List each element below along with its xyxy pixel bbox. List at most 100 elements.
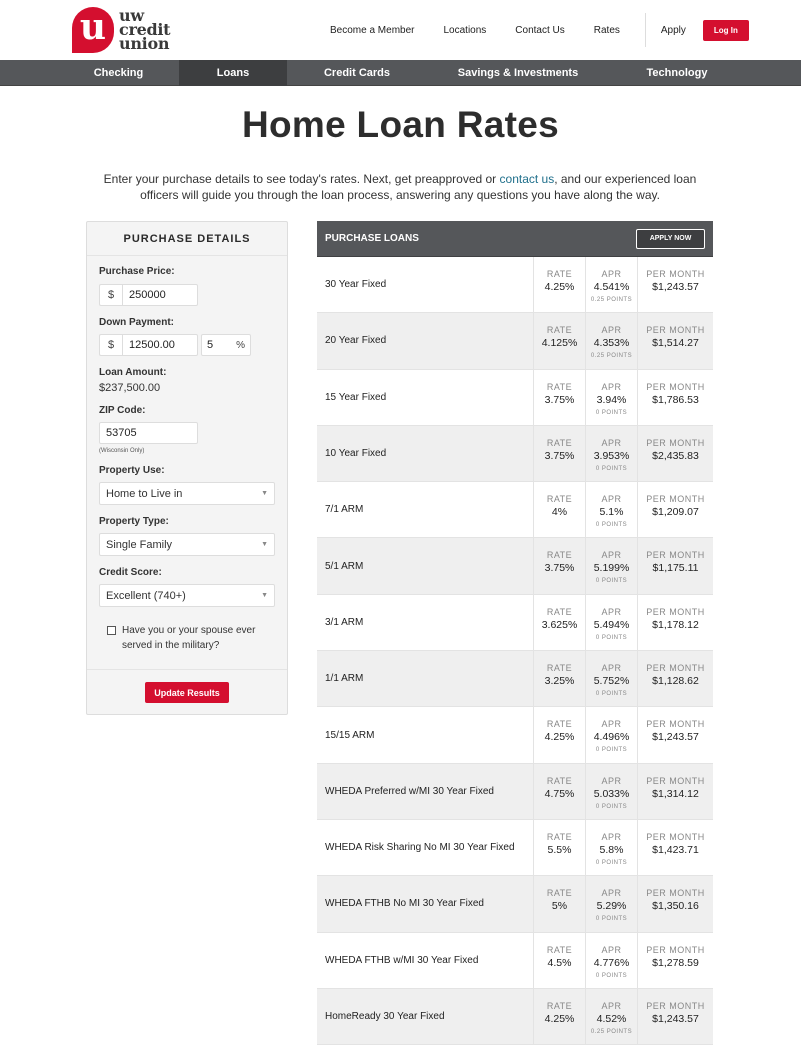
apr-value: 5.8% [599, 843, 624, 856]
nav-link-become-a-member[interactable]: Become a Member [330, 25, 414, 36]
loan-name: WHEDA Risk Sharing No MI 30 Year Fixed [317, 819, 534, 876]
credit-score-label: Credit Score: [99, 567, 162, 578]
table-row[interactable]: 15 Year Fixed RATE 3.75% APR 3.94% 0 POINTS PE… [317, 369, 713, 426]
loan-name: 5/1 ARM [317, 538, 534, 594]
per-month-label: PER MONTH [646, 888, 705, 899]
percent-suffix: % [236, 339, 245, 351]
military-checkbox[interactable] [107, 626, 116, 635]
table-row[interactable]: 20 Year Fixed RATE 4.125% APR 4.353% 0.25 POI… [317, 313, 713, 370]
per-month-cell: PER MONTH $1,243.57 [638, 707, 713, 762]
rate-label: RATE [546, 550, 573, 561]
apr-cell: APR 4.353% 0.25 POINTS [586, 313, 638, 369]
main-nav-credit-cards[interactable]: Credit Cards [287, 60, 427, 86]
purchase-price-field: $ 250000 [99, 284, 198, 306]
apr-cell: APR 5.1% 0 POINTS [586, 482, 638, 538]
main-nav-savings-investments[interactable]: Savings & Investments [427, 60, 609, 86]
per-month-cell: PER MONTH $1,514.27 [638, 313, 713, 368]
loan-name: 30 Year Fixed [317, 257, 534, 313]
rate-label: RATE [546, 663, 573, 674]
table-row[interactable]: WHEDA Preferred w/MI 30 Year Fixed RATE 4.… [317, 763, 713, 820]
property-use-select[interactable]: Home to Live in ▼ [99, 482, 275, 505]
down-payment-percent-input[interactable]: 5 % [201, 334, 251, 356]
apr-value: 3.953% [593, 449, 630, 462]
points-value: 0 POINTS [595, 522, 628, 529]
table-row[interactable]: WHEDA FTHB w/MI 30 Year Fixed RATE 4.5% APR… [317, 932, 713, 989]
apr-label: APR [601, 381, 622, 392]
rate-value: 3.625% [541, 618, 578, 631]
apr-value: 5.199% [593, 562, 630, 575]
main-nav-technology[interactable]: Technology [609, 60, 745, 86]
loan-name: 20 Year Fixed [317, 313, 534, 369]
down-payment-input[interactable]: 12500.00 [122, 334, 198, 356]
apr-label: APR [601, 944, 622, 955]
apr-value: 4.353% [593, 337, 630, 350]
per-month-value: $1,423.71 [652, 843, 699, 856]
rates-header: PURCHASE LOANS APPLY NOW [317, 221, 713, 257]
table-row[interactable]: WHEDA FTHB No MI 30 Year Fixed RATE 5% APR 5… [317, 876, 713, 933]
loan-name: 3/1 ARM [317, 594, 534, 651]
apr-cell: APR 3.94% 0 POINTS [586, 369, 638, 425]
utility-nav: Become a Member Locations Contact Us Rat… [330, 13, 749, 47]
table-row[interactable]: 10 Year Fixed RATE 3.75% APR 3.953% 0 POINTS P… [317, 425, 713, 483]
per-month-cell: PER MONTH $2,435.83 [638, 426, 713, 481]
rate-value: 4.25% [544, 1012, 575, 1025]
table-row[interactable]: 3/1 ARM RATE 3.625% APR 5.494% 0 POINTS PER MO… [317, 594, 713, 652]
table-row[interactable]: 7/1 ARM RATE 4% APR 5.1% 0 POINTS PER MONTH $1,… [317, 482, 713, 539]
per-month-value: $1,175.11 [652, 562, 699, 575]
zip-code-input[interactable]: 53705 [99, 422, 198, 444]
down-payment-field: $ 12500.00 5 % [99, 334, 251, 356]
table-row[interactable]: 15/15 ARM RATE 4.25% APR 4.496% 0 POINTS PER M… [317, 707, 713, 764]
nav-link-rates[interactable]: Rates [594, 25, 620, 36]
rate-label: RATE [546, 325, 573, 336]
apr-label: APR [601, 719, 622, 730]
loan-name: 15/15 ARM [317, 707, 534, 763]
chevron-down-icon: ▼ [261, 541, 268, 548]
uw-credit-union-logo[interactable]: u uw credit union [72, 6, 182, 54]
intro-text: Enter your purchase details to see today… [103, 172, 697, 202]
per-month-value: $1,786.53 [652, 393, 699, 406]
rate-cell: RATE 3.625% [534, 594, 586, 651]
rate-value: 3.75% [544, 449, 575, 462]
property-type-select[interactable]: Single Family ▼ [99, 533, 275, 556]
purchase-details-form: PURCHASE DETAILS Purchase Price: $ 25000… [86, 221, 288, 715]
apply-now-button[interactable]: APPLY NOW [636, 228, 705, 249]
down-payment-label: Down Payment: [99, 317, 175, 328]
nav-link-apply[interactable]: Apply [661, 25, 686, 36]
nav-divider [644, 13, 646, 47]
table-row[interactable]: 30 Year Fixed RATE 4.25% APR 4.541% 0.25 POIN… [317, 257, 713, 314]
rate-label: RATE [546, 269, 573, 279]
table-row[interactable]: HomeReady 30 Year Fixed RATE 4.25% APR 4.52%… [317, 988, 713, 1046]
table-row[interactable]: 1/1 ARM RATE 3.25% APR 5.752% 0 POINTS PER MON… [317, 651, 713, 708]
per-month-cell: PER MONTH $1,278.59 [638, 933, 713, 988]
main-nav-checking[interactable]: Checking [0, 60, 179, 86]
login-button[interactable]: Log In [702, 19, 749, 41]
apr-cell: APR 4.496% 0 POINTS [586, 707, 638, 763]
apr-value: 5.29% [596, 900, 627, 913]
rate-cell: RATE 4.25% [534, 988, 586, 1045]
purchase-price-input[interactable]: 250000 [122, 284, 198, 306]
per-month-label: PER MONTH [646, 325, 705, 336]
per-month-label: PER MONTH [646, 437, 705, 448]
table-row[interactable]: 5/1 ARM RATE 3.75% APR 5.199% 0 POINTS PER MON… [317, 538, 713, 595]
main-nav: Checking Loans Credit Cards Savings & In… [0, 60, 801, 86]
contact-us-link[interactable]: contact us [500, 172, 555, 186]
nav-link-contact-us[interactable]: Contact Us [515, 25, 564, 36]
per-month-label: PER MONTH [646, 606, 705, 617]
table-row[interactable]: WHEDA Risk Sharing No MI 30 Year Fixed RA… [317, 819, 713, 877]
update-results-button[interactable]: Update Results [145, 682, 229, 703]
rates-heading: PURCHASE LOANS [325, 233, 419, 244]
credit-score-select[interactable]: Excellent (740+) ▼ [99, 584, 275, 607]
military-checkbox-label[interactable]: Have you or your spouse ever served in t… [122, 623, 277, 653]
per-month-cell: PER MONTH $1,209.07 [638, 482, 713, 537]
apr-cell: APR 4.541% 0.25 POINTS [586, 257, 638, 313]
apr-cell: APR 5.752% 0 POINTS [586, 651, 638, 707]
main-nav-loans[interactable]: Loans [179, 60, 287, 86]
nav-link-locations[interactable]: Locations [443, 25, 486, 36]
per-month-value: $1,243.57 [652, 281, 699, 293]
loan-name: 15 Year Fixed [317, 369, 534, 425]
points-value: 0 POINTS [595, 465, 628, 472]
apr-label: APR [601, 775, 622, 786]
rate-label: RATE [546, 719, 573, 730]
chevron-down-icon: ▼ [261, 490, 268, 497]
per-month-label: PER MONTH [646, 719, 705, 730]
